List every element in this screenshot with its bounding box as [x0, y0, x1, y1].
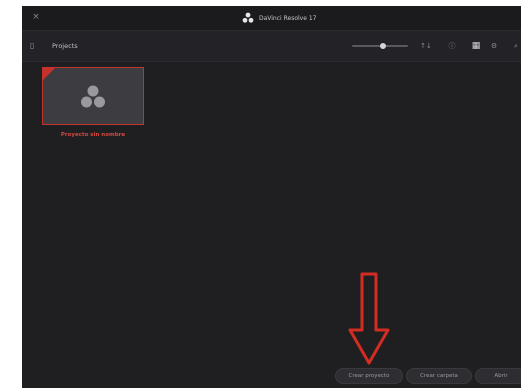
search-icon[interactable]: ⌕ [510, 40, 521, 52]
project-thumbnail-icon [81, 85, 105, 108]
title-bar: × DaVinci Resolve 17 [22, 6, 521, 31]
selected-corner-marker [43, 68, 55, 80]
down-arrow-annotation-icon [348, 272, 390, 365]
sidebar-toggle-icon[interactable]: ▯ [30, 41, 38, 51]
close-window-icon[interactable]: × [30, 11, 42, 23]
zoom-slider[interactable] [352, 43, 408, 49]
window-title-text: DaVinci Resolve 17 [259, 14, 317, 22]
resolve-window: × DaVinci Resolve 17 ▯ Projects ↑↓ ⓘ ▦ ⚙… [22, 6, 521, 388]
open-button[interactable]: Abrir [475, 368, 521, 384]
breadcrumb[interactable]: Projects [52, 42, 78, 50]
zoom-slider-handle[interactable] [379, 43, 386, 49]
info-icon[interactable]: ⓘ [446, 40, 458, 52]
project-tile[interactable] [42, 67, 144, 125]
settings-icon[interactable]: ⚙ [488, 40, 500, 52]
new-project-button[interactable]: Crear proyecto [335, 368, 403, 384]
project-name-label[interactable]: Proyecto sin nombre [42, 132, 144, 138]
window-title: DaVinci Resolve 17 [242, 10, 316, 26]
project-manager-toolbar: ▯ Projects ↑↓ ⓘ ▦ ⚙ ⌕ [22, 31, 521, 62]
new-folder-button[interactable]: Crear carpeta [406, 368, 472, 384]
davinci-logo-icon [242, 12, 254, 23]
grid-view-icon[interactable]: ▦ [470, 40, 482, 52]
sort-icon[interactable]: ↑↓ [420, 40, 432, 52]
